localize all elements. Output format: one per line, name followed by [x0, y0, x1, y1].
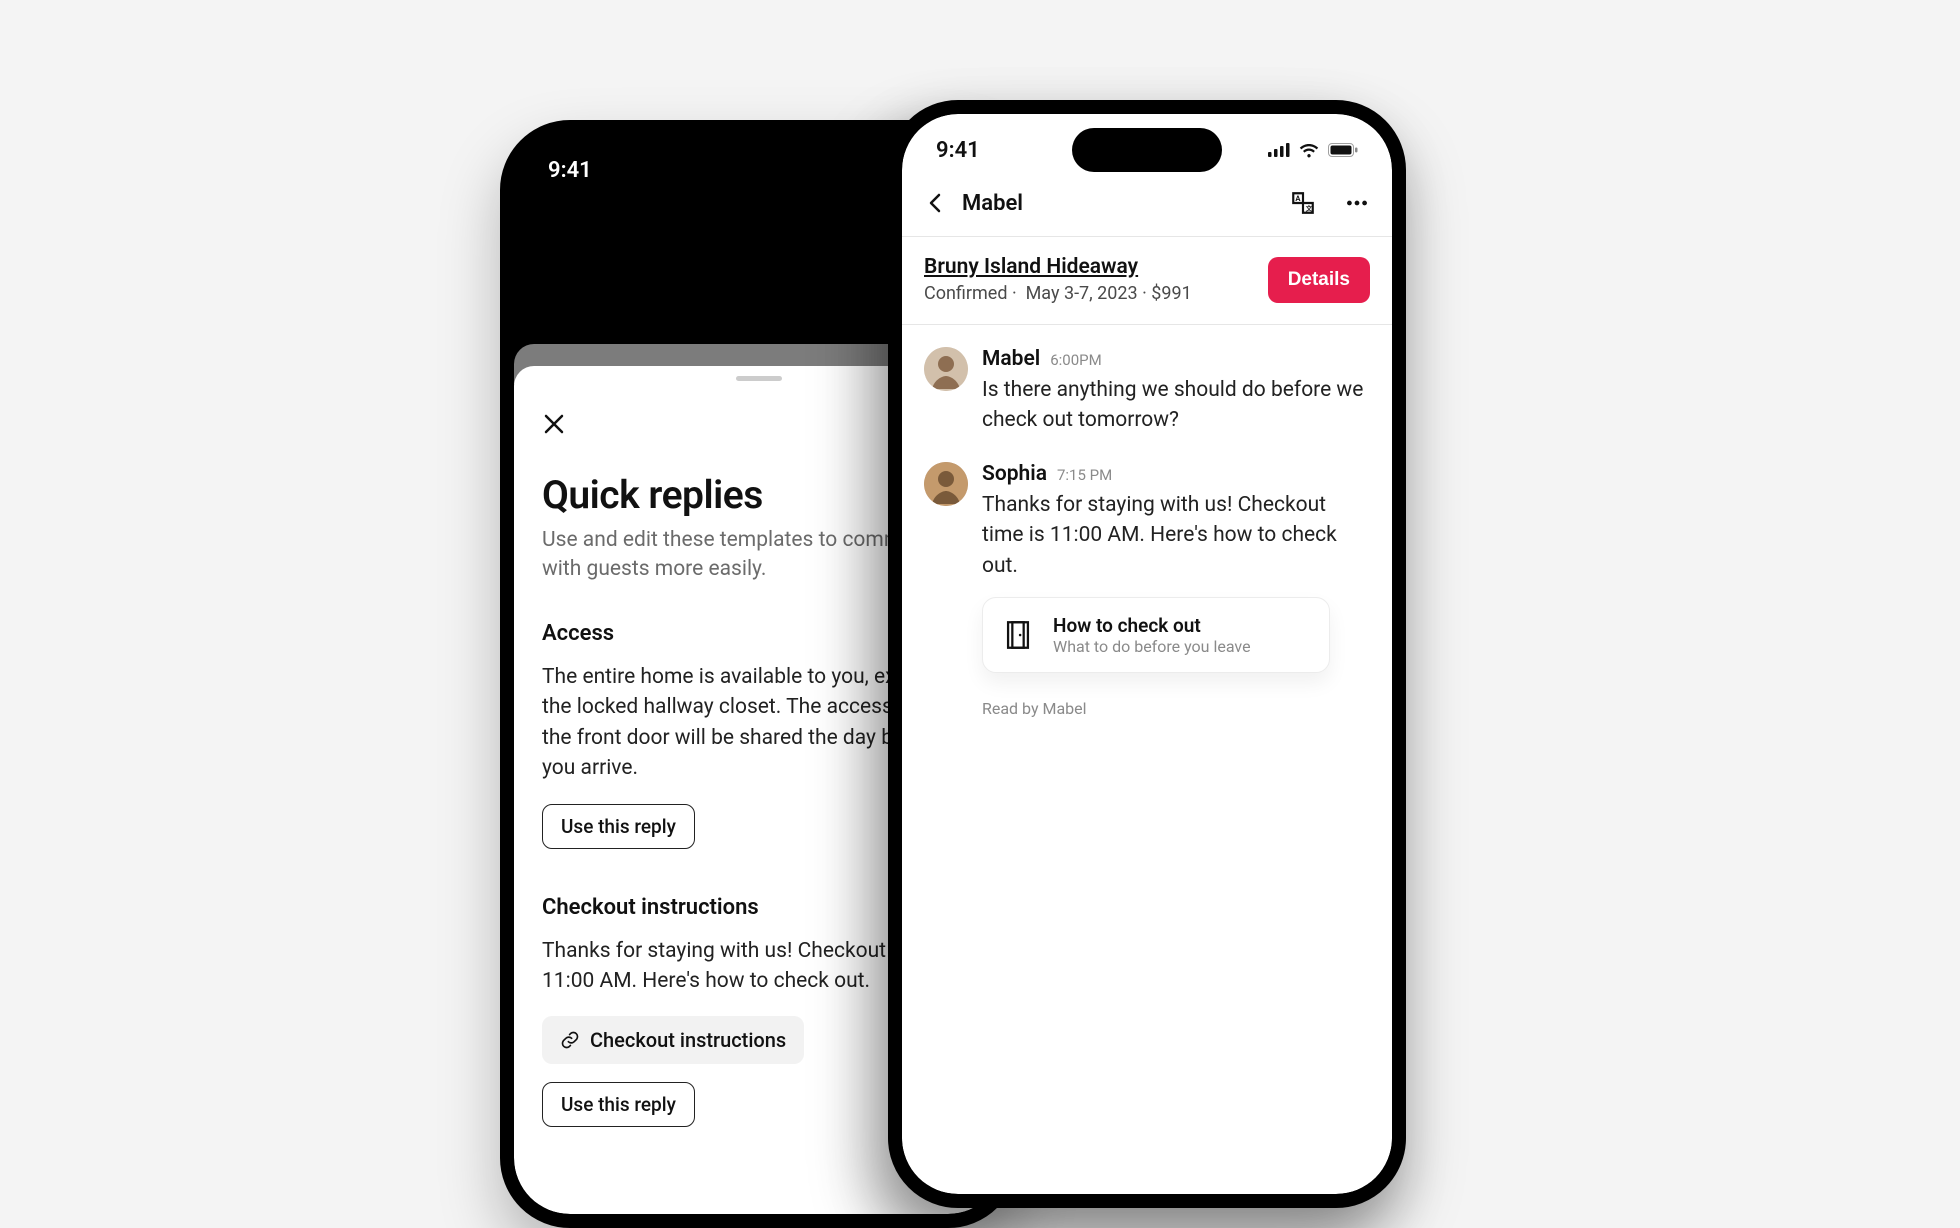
chat-title: Mabel: [962, 191, 1023, 216]
svg-text:文: 文: [1305, 204, 1313, 213]
translate-icon[interactable]: A文: [1290, 190, 1316, 216]
avatar[interactable]: [924, 462, 968, 506]
read-receipt: Read by Mabel: [982, 699, 1370, 718]
message-thread: Mabel 6:00PM Is there anything we should…: [902, 325, 1392, 718]
booking-bar: Bruny Island Hideaway Confirmed · May 3-…: [902, 237, 1392, 325]
sheet-handle[interactable]: [736, 376, 782, 381]
back-icon[interactable]: [924, 191, 948, 215]
checkout-instructions-chip[interactable]: Checkout instructions: [542, 1016, 804, 1064]
avatar[interactable]: [924, 347, 968, 391]
message-time: 6:00PM: [1050, 351, 1101, 369]
close-icon[interactable]: [542, 412, 566, 436]
message-sender: Sophia: [982, 462, 1047, 486]
use-reply-button-access[interactable]: Use this reply: [542, 804, 695, 849]
status-time: 9:41: [936, 138, 980, 163]
card-subtitle: What to do before you leave: [1053, 637, 1251, 656]
message-sender: Mabel: [982, 347, 1040, 371]
chip-label: Checkout instructions: [590, 1028, 786, 1052]
svg-text:A: A: [1295, 194, 1301, 203]
booking-name[interactable]: Bruny Island Hideaway: [924, 255, 1192, 279]
message-text: Thanks for staying with us! Checkout tim…: [982, 490, 1370, 581]
message-time: 7:15 PM: [1057, 466, 1112, 484]
card-title: How to check out: [1053, 614, 1251, 637]
cellular-icon: [1268, 143, 1290, 157]
use-reply-button-checkout[interactable]: Use this reply: [542, 1082, 695, 1127]
door-icon: [1001, 618, 1035, 652]
chat-header: Mabel A文: [902, 186, 1392, 237]
checkout-card[interactable]: How to check out What to do before you l…: [982, 597, 1330, 673]
more-icon[interactable]: [1344, 190, 1370, 216]
details-button[interactable]: Details: [1268, 257, 1370, 303]
status-indicators: [1268, 142, 1358, 158]
phone-messages: 9:41 Mabel A文 Bruny Island Hideaway: [888, 100, 1406, 1208]
message-item: Sophia 7:15 PM Thanks for staying with u…: [924, 462, 1370, 673]
battery-icon: [1328, 143, 1358, 157]
wifi-icon: [1298, 142, 1320, 158]
message-item: Mabel 6:00PM Is there anything we should…: [924, 347, 1370, 436]
message-text: Is there anything we should do before we…: [982, 375, 1370, 436]
booking-meta: Confirmed · May 3-7, 2023 · $991: [924, 283, 1192, 304]
link-icon: [560, 1030, 580, 1050]
status-time: 9:41: [548, 158, 592, 183]
